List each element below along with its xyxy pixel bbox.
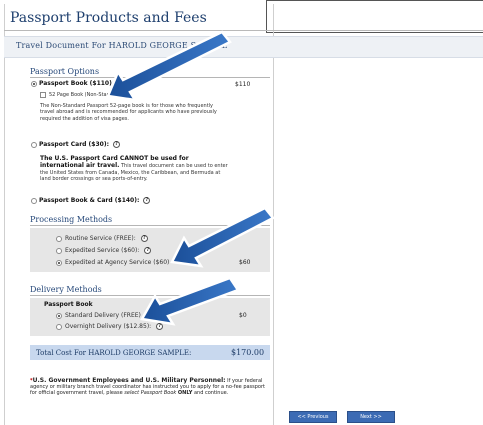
help-icon[interactable]: ? [118, 80, 126, 87]
passport-book-label: Passport Book ($110): [39, 80, 115, 87]
previous-button[interactable]: << Previous [289, 411, 337, 423]
help-icon[interactable]: ? [112, 141, 120, 148]
window-edge [266, 32, 483, 33]
standard-delivery-radio[interactable] [56, 312, 62, 319]
next-button[interactable]: Next >> [347, 411, 395, 423]
agency-service-option[interactable]: Expedited at Agency Service ($60) [56, 259, 169, 266]
passport-book-and-card-option[interactable]: Passport Book & Card ($140): ? [31, 197, 151, 204]
agency-service-radio[interactable] [56, 259, 62, 266]
standard-delivery-option[interactable]: Standard Delivery (FREE) [56, 312, 141, 319]
expedited-service-radio[interactable] [56, 247, 62, 254]
section-divider [30, 225, 270, 226]
note-continue-text: and continue. [193, 390, 229, 396]
routine-service-label: Routine Service (FREE): [65, 235, 136, 242]
52-page-book-checkbox[interactable] [40, 92, 46, 98]
help-icon[interactable]: ? [156, 323, 164, 330]
passport-card-option[interactable]: Passport Card ($30): ? [31, 141, 120, 148]
note-italic-text: select Passport Book [124, 390, 177, 396]
standard-delivery-label: Standard Delivery (FREE) [65, 312, 141, 319]
52-page-book-description: The Non-Standard Passport 52-page book i… [40, 103, 217, 122]
help-icon[interactable]: ? [140, 235, 148, 242]
processing-price: $60 [239, 259, 251, 266]
52-page-book-option[interactable]: 52 Page Book (Non-Standard) [40, 92, 123, 98]
passport-card-label: Passport Card ($30): [39, 141, 109, 148]
delivery-methods-heading: Delivery Methods [30, 285, 102, 294]
page-title: Passport Products and Fees [10, 10, 207, 26]
note-bold-heading: U.S. Government Employees and U.S. Milit… [32, 377, 226, 384]
delivery-price: $0 [239, 312, 247, 319]
expedited-service-label: Expedited Service ($60): [65, 247, 140, 254]
passport-book-price: $110 [235, 81, 251, 88]
passport-book-radio[interactable] [31, 80, 37, 87]
routine-service-radio[interactable] [56, 235, 62, 242]
agency-service-label: Expedited at Agency Service ($60) [65, 259, 170, 266]
help-icon[interactable]: ? [143, 197, 151, 204]
passport-card-radio[interactable] [31, 141, 37, 148]
processing-methods-heading: Processing Methods [30, 215, 113, 224]
delivery-subheading: Passport Book [44, 301, 93, 308]
passport-book-and-card-label: Passport Book & Card ($140): [39, 197, 140, 204]
52-page-book-label: 52 Page Book (Non-Standard) [49, 92, 124, 98]
note-only-text: ONLY [177, 390, 193, 396]
passport-book-option[interactable]: Passport Book ($110): ? [31, 80, 126, 87]
expedited-service-option[interactable]: Expedited Service ($60): ? [56, 247, 152, 254]
total-cost-label: Total Cost For HAROLD GEORGE SAMPLE: [36, 349, 192, 357]
title-divider [4, 30, 483, 31]
routine-service-option[interactable]: Routine Service (FREE): ? [56, 235, 148, 242]
government-employee-note: *U.S. Government Employees and U.S. Mili… [30, 377, 270, 397]
overnight-delivery-label: Overnight Delivery ($12.85): [65, 323, 152, 330]
overnight-delivery-radio[interactable] [56, 323, 62, 330]
passport-card-warning: The U.S. Passport Card CANNOT be used fo… [40, 155, 230, 182]
overnight-delivery-option[interactable]: Overnight Delivery ($12.85): ? [56, 323, 164, 330]
total-cost-value: $170.00 [231, 348, 265, 357]
window-edge [266, 0, 483, 1]
section-divider [30, 77, 270, 78]
passport-options-heading: Passport Options [30, 67, 100, 76]
travel-document-heading: Travel Document For HAROLD GEORGE SAMPLE [16, 41, 228, 50]
section-divider [30, 295, 270, 296]
help-icon[interactable]: ? [144, 247, 152, 254]
passport-book-and-card-radio[interactable] [31, 197, 37, 204]
